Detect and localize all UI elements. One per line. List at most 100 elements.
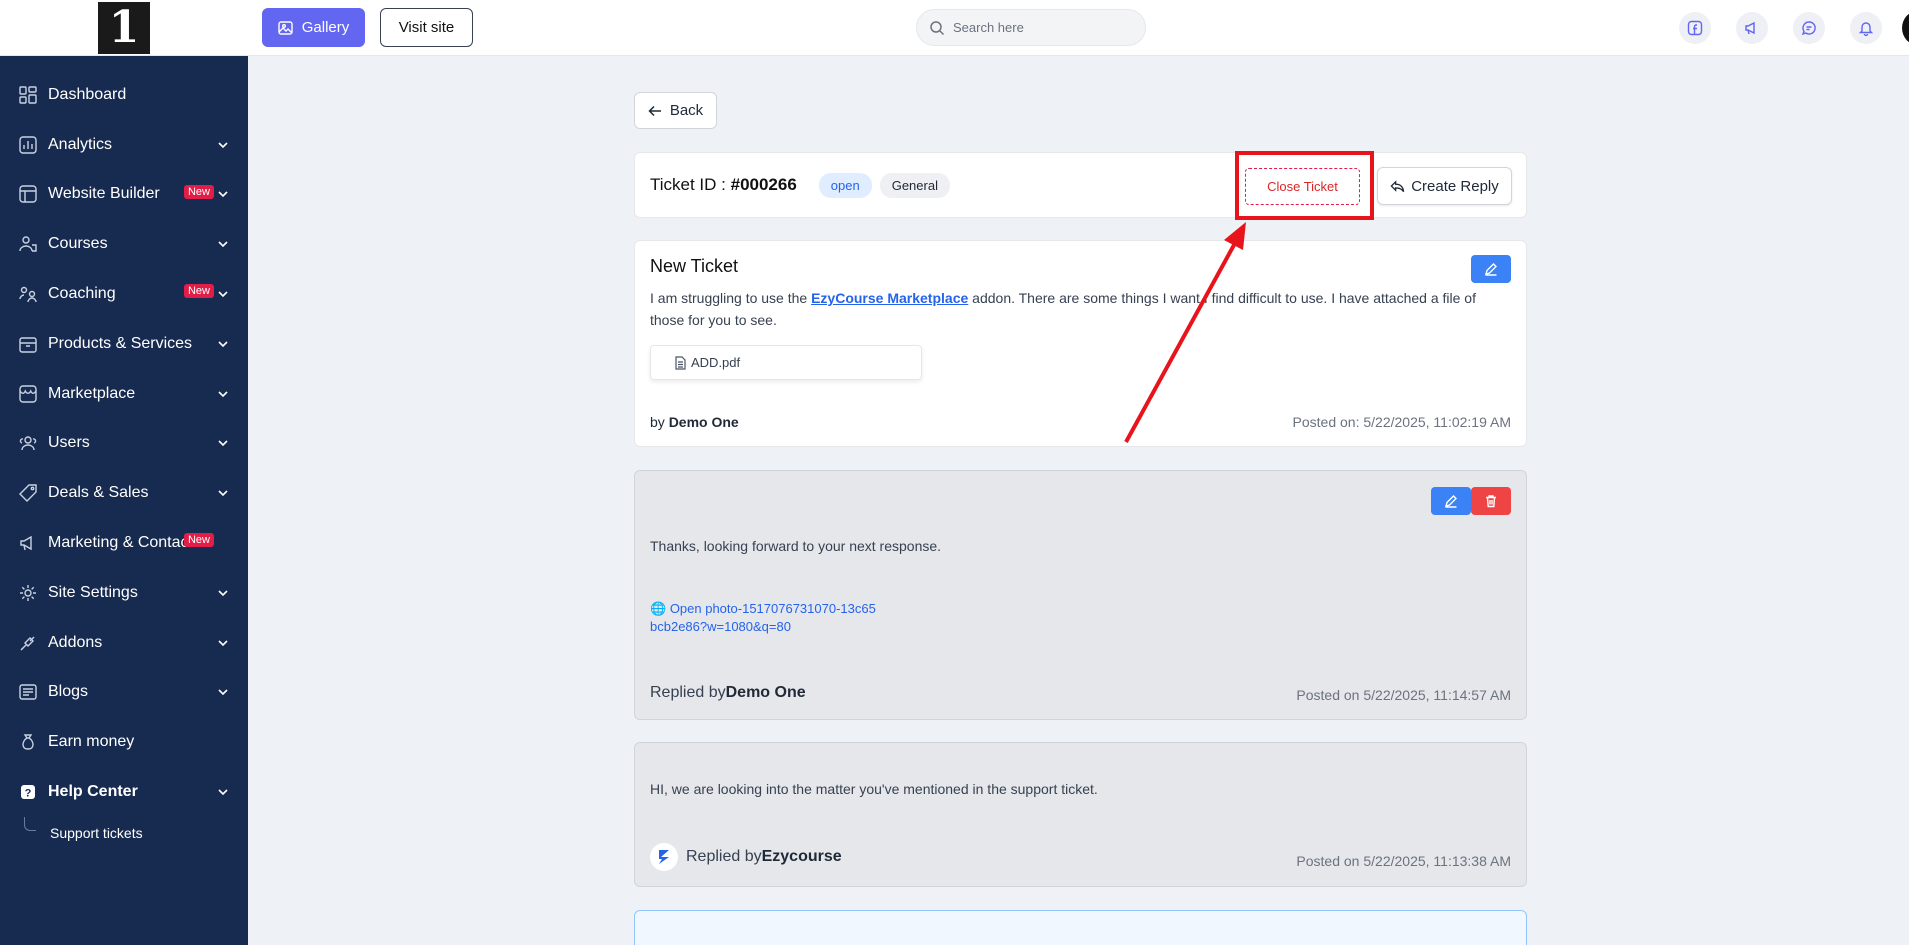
ticket-id-label: Ticket ID : <box>650 175 731 194</box>
courses-icon <box>18 234 38 254</box>
pencil-icon <box>1444 495 1457 508</box>
chevron-down-icon <box>218 291 228 298</box>
reply-message: HI, we are looking into the matter you'v… <box>650 781 1098 797</box>
posted-date: Posted on 5/22/2025, 11:13:38 AM <box>1296 853 1511 869</box>
reply-message: Thanks, looking forward to your next res… <box>650 538 942 554</box>
sidebar-item-label: Dashboard <box>48 85 127 103</box>
blogs-icon <box>18 682 38 702</box>
logo-area: 1 <box>0 0 248 56</box>
sidebar-item-dashboard[interactable]: Dashboard <box>0 70 248 120</box>
chat-icon[interactable] <box>1793 12 1825 44</box>
sidebar-item-analytics[interactable]: Analytics <box>0 120 248 170</box>
ezycourse-logo-icon <box>650 843 678 871</box>
sidebar-item-label: Analytics <box>48 135 113 153</box>
sidebar-item-addons[interactable]: Addons <box>0 618 248 668</box>
search-icon <box>930 20 945 35</box>
sidebar-item-users[interactable]: Users <box>0 419 248 469</box>
reply-editor-card <box>634 910 1527 945</box>
edit-button[interactable] <box>1471 255 1511 283</box>
gallery-button[interactable]: Gallery <box>262 8 365 47</box>
pencil-icon <box>1484 263 1497 276</box>
sidebar-item-deals-sales[interactable]: Deals & Sales <box>0 468 248 518</box>
edit-button[interactable] <box>1431 487 1471 515</box>
sidebar-item-label: Courses <box>48 235 108 253</box>
ticket-header: Ticket ID : #000266 open General Close T… <box>634 152 1527 218</box>
by-prefix: by <box>650 414 669 430</box>
ticket-body: I am struggling to use the EzyCourse Mar… <box>650 287 1510 331</box>
new-ticket-card: New Ticket I am struggling to use the Ez… <box>634 240 1527 447</box>
sidebar-item-label: Products & Services <box>48 334 193 352</box>
new-badge: New <box>183 533 214 548</box>
ticket-id: Ticket ID : #000266 <box>650 175 797 195</box>
dashboard-icon <box>18 85 38 105</box>
sidebar-item-courses[interactable]: Courses <box>0 219 248 269</box>
visit-site-button[interactable]: Visit site <box>380 8 473 47</box>
marketing-icon <box>18 533 38 553</box>
ticket-title: New Ticket <box>650 256 739 276</box>
chevron-down-icon <box>218 640 228 646</box>
delete-button[interactable] <box>1471 487 1511 515</box>
author-line: by Demo One <box>650 414 739 430</box>
arrow-left-icon <box>648 105 661 116</box>
chevron-down-icon <box>218 241 228 248</box>
topbar: Gallery Visit site 1 <box>248 0 1909 56</box>
attachment-name: ADD.pdf <box>691 355 741 370</box>
sidebar-item-marketing-contacts[interactable]: Marketing & Contacts New <box>0 518 248 568</box>
sidebar-item-coaching[interactable]: Coaching New <box>0 269 248 319</box>
sidebar-item-site-settings[interactable]: Site Settings <box>0 568 248 618</box>
close-ticket-button[interactable]: Close Ticket <box>1245 168 1360 205</box>
sidebar-subitem-support-tickets[interactable]: Support tickets <box>0 816 248 849</box>
sidebar-item-help-center[interactable]: ? Help Center <box>0 767 248 817</box>
reply-card: HI, we are looking into the matter you'v… <box>634 742 1527 887</box>
addons-icon <box>18 633 38 653</box>
trash-icon <box>1486 495 1496 508</box>
tree-connector <box>24 816 36 831</box>
marketplace-link[interactable]: EzyCourse Marketplace <box>811 290 968 306</box>
brand-logo[interactable]: 1 <box>98 1 150 54</box>
attachment-file[interactable]: ADD.pdf <box>650 345 922 380</box>
sidebar-item-marketplace[interactable]: Marketplace <box>0 369 248 419</box>
help-icon: ? <box>18 782 38 802</box>
sidebar-subitem-label: Support tickets <box>50 824 143 841</box>
replied-by: Replied by Ezycourse <box>650 843 842 871</box>
svg-text:?: ? <box>25 788 32 800</box>
chevron-down-icon <box>218 191 228 198</box>
bell-icon[interactable] <box>1850 12 1882 44</box>
sidebar-item-earn-money[interactable]: Earn money <box>0 717 248 767</box>
facebook-icon[interactable] <box>1679 12 1711 44</box>
sidebar-item-label: Help Center <box>48 783 138 801</box>
chevron-down-icon <box>218 341 228 348</box>
settings-icon <box>18 583 38 603</box>
back-button[interactable]: Back <box>634 92 717 129</box>
category-badge: General <box>879 172 950 198</box>
gallery-icon <box>278 20 293 35</box>
status-badge: open <box>818 172 872 198</box>
document-icon <box>675 355 686 370</box>
sidebar-item-products-services[interactable]: Products & Services <box>0 319 248 369</box>
coaching-icon <box>18 284 38 304</box>
attachment-link-text: Open photo-1517076731070-13c65bcb2e86?w=… <box>650 601 876 634</box>
replied-by-prefix: Replied by <box>686 848 762 865</box>
replied-by: Replied by Demo One <box>650 684 806 702</box>
search-input[interactable] <box>953 20 1123 35</box>
main-content: Back Ticket ID : #000266 open General Cl… <box>634 92 1527 945</box>
chevron-down-icon <box>218 391 228 397</box>
sidebar-item-blogs[interactable]: Blogs <box>0 668 248 718</box>
sidebar-item-website-builder[interactable]: Website Builder New <box>0 170 248 220</box>
back-label: Back <box>669 102 704 119</box>
sidebar-nav: Dashboard Analytics Website Builder New … <box>0 56 248 849</box>
chevron-down-icon <box>218 590 228 596</box>
replier-name: Ezycourse <box>761 848 842 865</box>
new-badge: New <box>183 284 214 299</box>
sidebar-item-label: Marketing & Contacts <box>48 534 190 552</box>
user-avatar[interactable]: 1 <box>1902 10 1909 46</box>
posted-date: Posted on: 5/22/2025, 11:02:19 AM <box>1292 414 1511 430</box>
reply-card: Thanks, looking forward to your next res… <box>634 470 1527 720</box>
globe-icon: 🌐 <box>650 601 667 616</box>
megaphone-icon[interactable] <box>1736 12 1768 44</box>
attachment-link[interactable]: 🌐 Open photo-1517076731070-13c65bcb2e86?… <box>650 600 880 636</box>
marketplace-icon <box>18 384 38 404</box>
sidebar-item-label: Earn money <box>48 733 135 751</box>
posted-date: Posted on 5/22/2025, 11:14:57 AM <box>1296 687 1511 703</box>
create-reply-button[interactable]: Create Reply <box>1377 167 1512 205</box>
